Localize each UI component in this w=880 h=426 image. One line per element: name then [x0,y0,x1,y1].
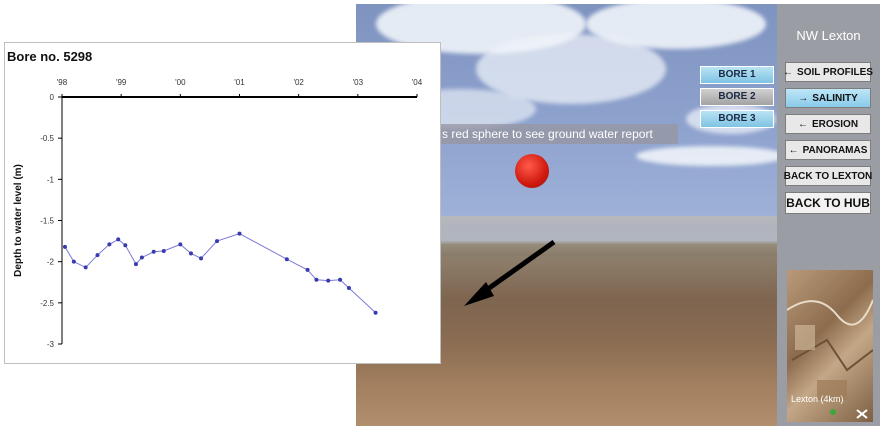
data-point [188,251,193,256]
panel-title: NW Lexton [796,28,861,43]
nav-button-erosion[interactable]: ← EROSION [785,114,871,134]
pointer-arrow-icon [464,239,556,306]
nav-button-label: SALINITY [812,92,858,104]
data-point [133,262,138,267]
data-point [123,243,128,248]
mini-map[interactable]: Lexton (4km) [787,270,873,422]
nav-button-label: BACK TO LEXTON [783,170,873,182]
x-tick-label: '03 [353,78,364,87]
arrow-right-icon: → [798,92,809,104]
groundwater-chart-card: Bore no. 5298 '98'99'00'01'02'03'04 0 -0.5… [4,42,441,364]
map-label: Lexton (4km) [791,394,844,404]
data-point [346,286,351,291]
cloud [636,146,786,166]
data-point [215,239,220,244]
nav-button-salinity[interactable]: → SALINITY [785,88,871,108]
y-tick-label: -2.5 [40,299,54,308]
data-point [95,253,100,258]
groundwater-chart: '98 '99 '00 '01 '02 '03 '04 0 -0.5 -1 -1.5 -2 -2.5 -3… [13,78,423,349]
nav-button-label: EROSION [811,118,859,130]
y-tick-label: -1.5 [40,217,54,226]
nav-button-back-to-hub[interactable]: BACK TO HUB [785,192,871,214]
data-point [199,256,204,261]
y-axis-label: Depth to water level (m) [13,164,24,277]
data-point [62,244,67,249]
bore-1-button[interactable]: BORE 1 [700,66,774,84]
data-point [178,242,183,247]
data-point [305,267,310,272]
x-tick-label: '01 [234,78,245,87]
nav-button-panoramas[interactable]: ← PANORAMAS [785,140,871,160]
data-point [237,231,242,236]
nav-button-label: PANORAMAS [802,144,868,156]
x-tick-label: '99 [116,78,127,87]
y-tick-label: 0 [50,93,55,102]
data-point [151,249,156,254]
data-point [107,242,112,247]
data-point [161,248,166,253]
y-tick-label: -2 [47,258,55,267]
bore-3-button[interactable]: BORE 3 [700,110,774,128]
x-tick-label: '04 [412,78,423,87]
y-tick-label: -0.5 [40,134,54,143]
data-point [284,257,289,262]
nav-button-soil-profiles[interactable]: ← SOIL PROFILES [783,62,873,82]
data-point [338,277,343,282]
data-point [71,259,76,264]
y-tick-label: -1 [47,175,55,184]
data-point [139,255,144,260]
data-point [116,237,121,242]
nav-button-back-to-lexton[interactable]: BACK TO LEXTON [783,166,873,186]
nav-button-label: BACK TO HUB [786,196,870,210]
y-tick-label: -3 [47,340,55,349]
bore-2-button[interactable]: BORE 2 [700,88,774,106]
nav-button-label: SOIL PROFILES [797,66,873,78]
data-point [314,277,319,282]
arrow-left-icon: ← [783,66,794,78]
x-tick-label: '00 [175,78,186,87]
data-point [83,265,88,270]
hint-text: s red sphere to see ground water report [440,124,678,144]
side-panel: NW Lexton ← SOIL PROFILES → SALINITY ← EROSIO… [777,4,880,426]
data-point [326,278,331,283]
red-sphere-hotspot[interactable] [515,154,549,188]
arrow-left-icon: ← [788,144,799,156]
series-line [64,233,376,314]
x-tick-label: '02 [293,78,304,87]
arrow-left-icon: ← [797,118,808,130]
data-point [373,310,378,315]
x-tick-label: '98 [57,78,68,87]
